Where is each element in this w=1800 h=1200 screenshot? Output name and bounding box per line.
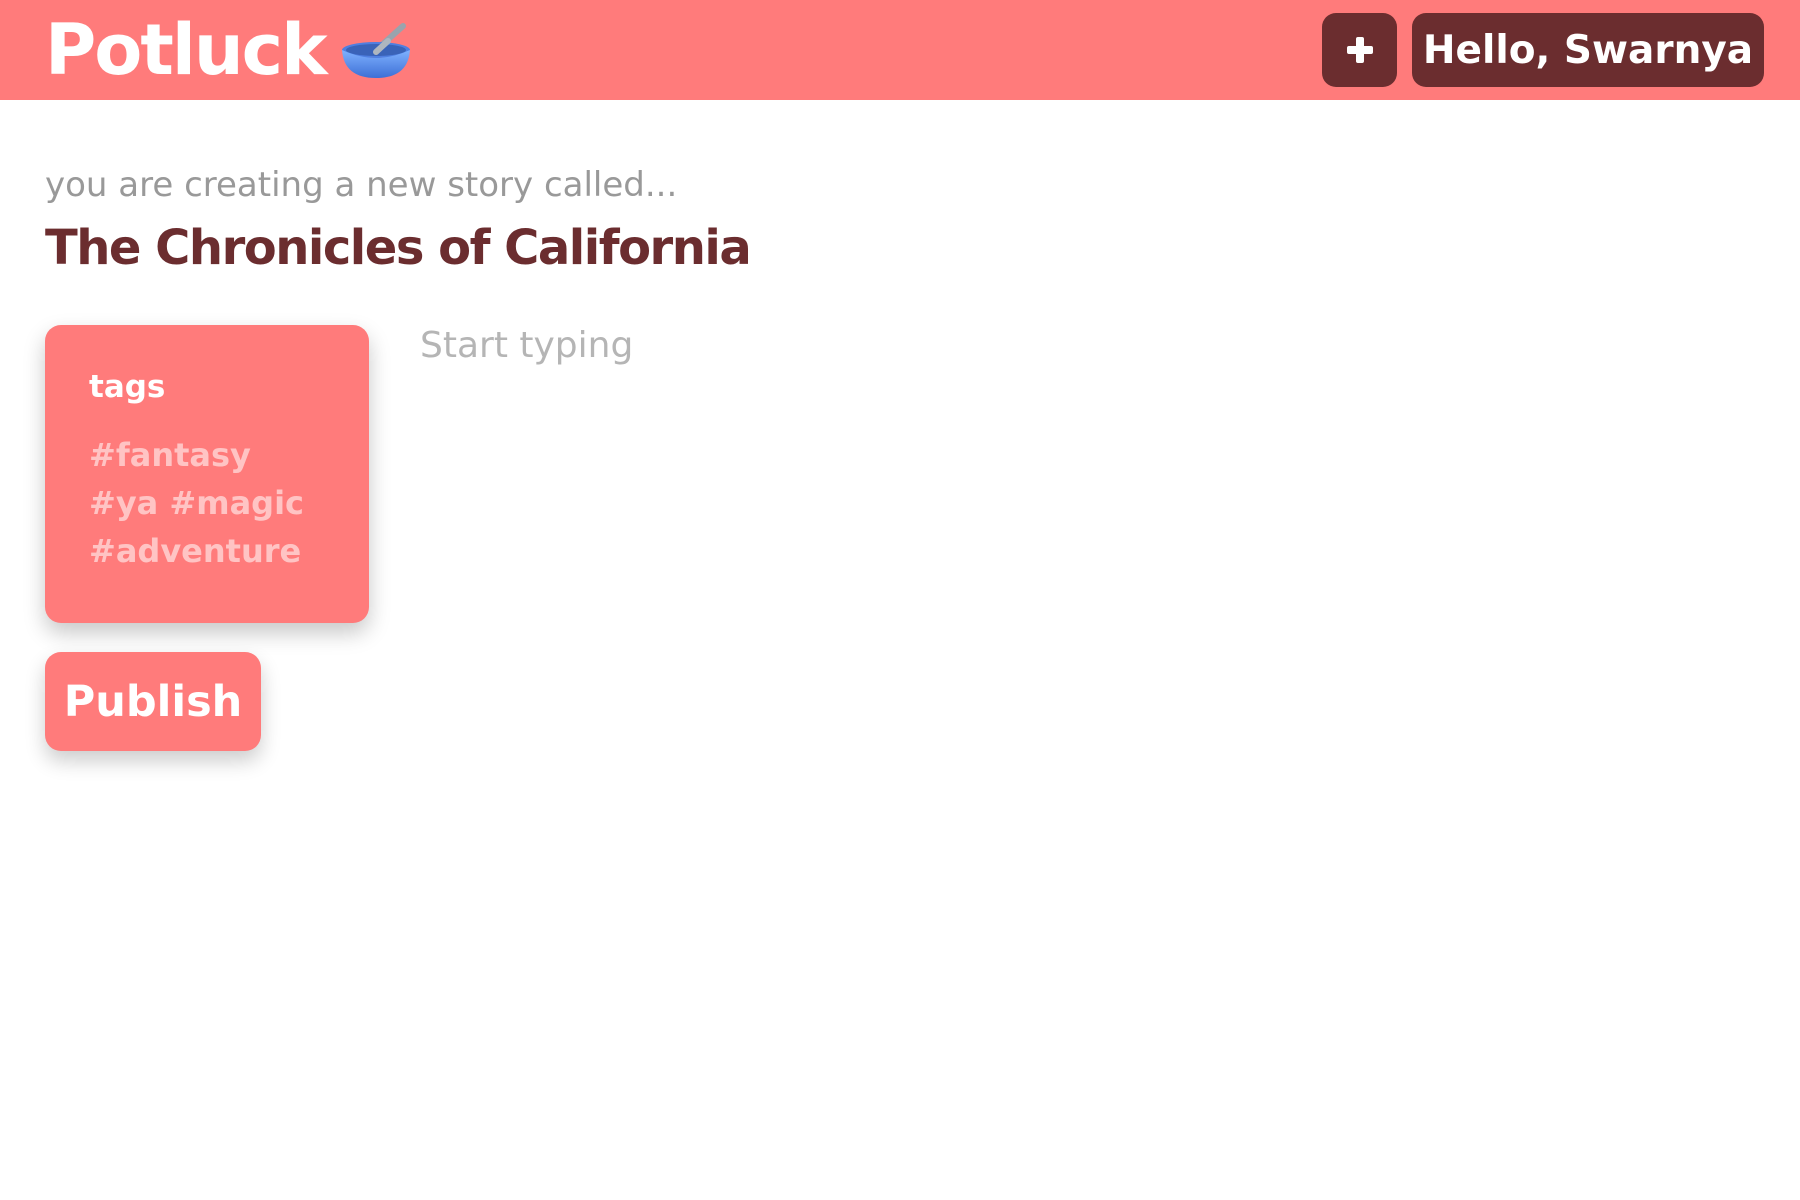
bowl-with-spoon-icon — [340, 22, 412, 82]
publish-button[interactable]: Publish — [45, 652, 261, 751]
plus-icon — [1346, 37, 1373, 63]
tags-card: tags #fantasy #ya #magic #adventure — [45, 325, 369, 623]
tags-heading: tags — [89, 369, 166, 405]
tags-input[interactable]: #fantasy #ya #magic #adventure — [89, 431, 329, 575]
top-nav-bar: Potluck Hello, Swarnya — [0, 0, 1800, 100]
story-title: The Chronicles of California — [45, 220, 752, 276]
app-logo[interactable]: Potluck — [45, 10, 412, 90]
story-editor[interactable]: Start typing — [420, 325, 1750, 925]
add-story-button[interactable] — [1322, 13, 1397, 87]
app-name: Potluck — [45, 9, 328, 91]
story-prompt: you are creating a new story called... — [45, 165, 678, 205]
user-greeting-button[interactable]: Hello, Swarnya — [1412, 13, 1764, 87]
